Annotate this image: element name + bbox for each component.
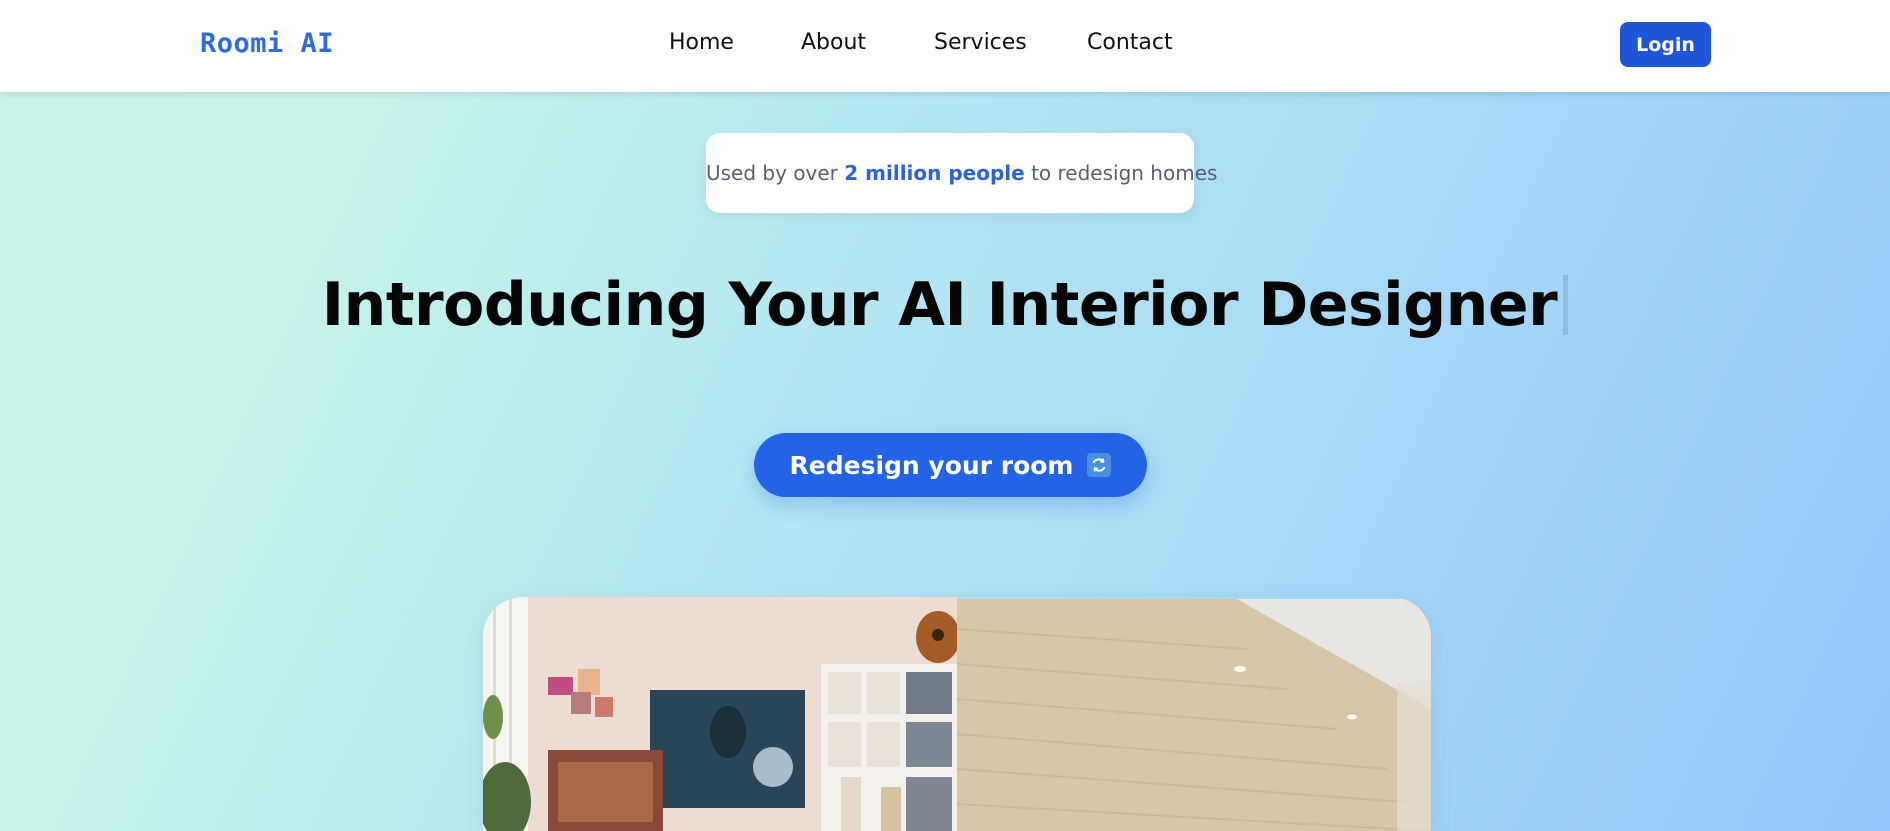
nav-about[interactable]: About — [801, 30, 866, 55]
badge-suffix: to redesign homes — [1031, 161, 1218, 185]
typing-cursor — [1563, 275, 1569, 335]
hero-title-text: Introducing Your AI Interior Designer — [321, 270, 1558, 340]
refresh-icon — [1087, 453, 1112, 477]
hero-title: Introducing Your AI Interior Designer — [0, 270, 1890, 340]
nav-contact[interactable]: Contact — [1087, 30, 1173, 55]
logo[interactable]: Roomi AI — [200, 28, 334, 59]
nav-home[interactable]: Home — [669, 30, 734, 55]
after-room-photo — [957, 599, 1431, 831]
site-header: Roomi AI Home About Services Contact Log… — [0, 0, 1890, 92]
before-room-photo — [483, 597, 957, 831]
redesign-room-label: Redesign your room — [789, 451, 1074, 480]
before-after-comparison[interactable] — [483, 597, 1431, 831]
badge-prefix: Used by over — [706, 161, 838, 185]
usage-badge: Used by over 2 million people to redesig… — [706, 133, 1217, 213]
nav-services[interactable]: Services — [934, 30, 1027, 55]
redesign-room-button[interactable]: Redesign your room — [754, 433, 1147, 497]
badge-highlight: 2 million people — [844, 161, 1025, 185]
login-button[interactable]: Login — [1620, 22, 1711, 67]
